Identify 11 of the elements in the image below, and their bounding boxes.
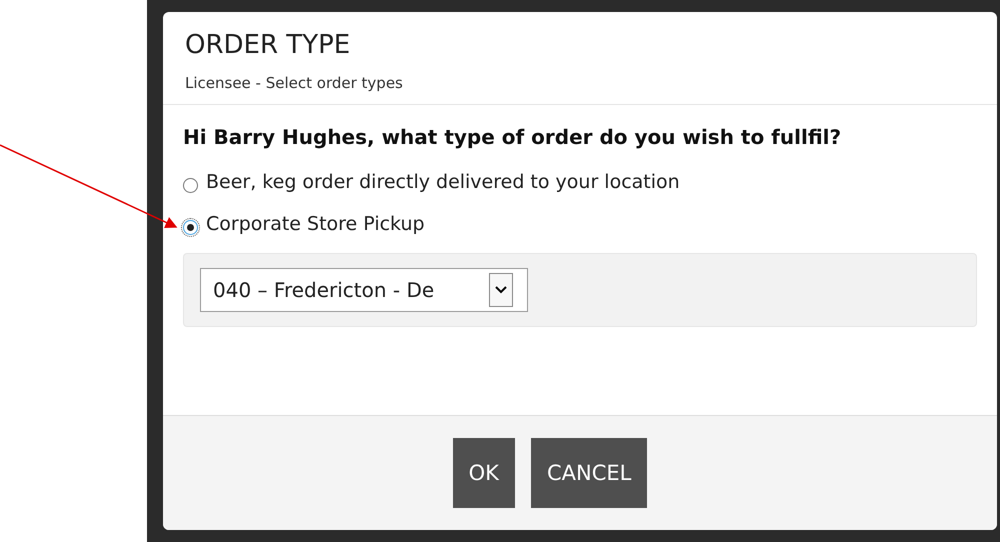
radio-button[interactable] <box>183 178 198 192</box>
radio-label[interactable]: Corporate Store Pickup <box>206 213 425 235</box>
ok-button[interactable]: OK <box>452 438 515 508</box>
store-dropdown[interactable]: 040 – Fredericton - De <box>200 268 528 312</box>
dialog-title: ORDER TYPE <box>185 30 352 60</box>
question-text: Hi Barry Hughes, what type of order do you wish to fullfil? <box>183 125 842 149</box>
dialog-subtitle: Licensee - Select order types <box>185 74 404 92</box>
radio-button[interactable] <box>183 220 198 234</box>
caret-icon <box>489 273 513 307</box>
radio-label[interactable]: Beer, keg order directly delivered to your location <box>206 171 680 193</box>
cancel-button[interactable]: CANCEL <box>530 438 648 508</box>
